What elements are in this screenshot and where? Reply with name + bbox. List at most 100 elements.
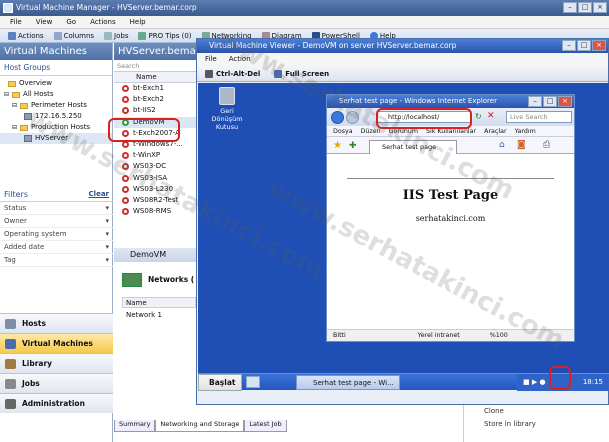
action-clone[interactable]: Clone [464, 405, 609, 418]
pro-tips-icon [138, 31, 147, 40]
status-zone: Yerel intranet [417, 332, 460, 339]
full-screen-button[interactable]: Full Screen [274, 66, 329, 81]
vm-row[interactable]: WS08-RMS [114, 206, 196, 217]
nav-virtual-machines[interactable]: Virtual Machines [0, 333, 113, 353]
menu-favorites[interactable]: Sık Kullanılanlar [426, 126, 476, 136]
menu-help[interactable]: Help [130, 16, 146, 28]
detail-tabs: Summary Networking and Storage Latest Jo… [114, 420, 287, 432]
column-header-name[interactable]: Name [114, 72, 196, 83]
menu-go[interactable]: Go [66, 16, 76, 28]
vm-name: bt-Exch1 [133, 84, 164, 93]
tree-item-label: Overview [19, 79, 52, 87]
vm-row-selected[interactable]: DemoVM [114, 116, 196, 128]
close-button[interactable]: × [558, 96, 572, 107]
tree-item-host-ip[interactable]: 172.16.5.250 [0, 111, 112, 122]
ie-status-bar: Bitti Yerel intranet %100 [327, 329, 574, 341]
feeds-icon[interactable]: ◙ [517, 140, 526, 150]
print-icon[interactable]: ⎙ [543, 140, 550, 150]
close-button[interactable]: × [593, 2, 607, 13]
chevron-down-icon[interactable]: ▾ [105, 228, 109, 240]
back-button[interactable] [331, 111, 344, 124]
menu-yardim[interactable]: Yardım [515, 126, 536, 136]
add-favorites-icon[interactable]: ✚ [349, 141, 357, 151]
start-button[interactable]: Başlat [198, 374, 242, 391]
filter-owner[interactable]: Owner ▾ [0, 215, 113, 228]
tab-summary[interactable]: Summary [114, 420, 156, 432]
tree-item-all-hosts[interactable]: ⊟ All Hosts [0, 89, 112, 100]
vm-row[interactable]: t-Windows7-... [114, 139, 196, 150]
menu-actions[interactable]: Actions [90, 16, 116, 28]
collapse-icon[interactable]: ⊟ [12, 122, 17, 133]
collapse-icon[interactable]: ⊟ [4, 89, 9, 100]
refresh-icon[interactable]: ↻ [475, 112, 482, 121]
nav-jobs[interactable]: Jobs [0, 373, 113, 393]
tab-networking-storage[interactable]: Networking and Storage [155, 420, 245, 432]
action-store-in-library[interactable]: Store in library [464, 418, 609, 431]
maximize-button[interactable]: □ [578, 2, 592, 13]
collapse-icon[interactable]: ⊟ [12, 100, 17, 111]
ie-tab-active[interactable]: Serhat test page [369, 140, 457, 154]
status-zoom[interactable]: %100 [484, 330, 514, 341]
toolbar-actions[interactable]: Actions [8, 29, 44, 42]
menu-action[interactable]: Action [229, 53, 251, 66]
chevron-down-icon[interactable]: ▾ [105, 202, 109, 214]
filter-tag[interactable]: Tag ▾ [0, 254, 113, 267]
nav-hosts[interactable]: Hosts [0, 313, 113, 333]
nav-administration[interactable]: Administration [0, 393, 113, 413]
minimize-button[interactable]: – [563, 2, 577, 13]
tab-latest-job[interactable]: Latest Job [244, 420, 287, 432]
tree-item-overview[interactable]: Overview [0, 78, 112, 89]
menu-duzen[interactable]: Düzen [361, 126, 381, 136]
vm-search-input[interactable]: Search [114, 60, 196, 72]
url-input[interactable]: http://localhost/ [377, 111, 471, 123]
menu-view[interactable]: View [36, 16, 53, 28]
vm-row[interactable]: bt-Exch2 [114, 94, 196, 105]
home-icon[interactable]: ⌂ [499, 140, 505, 150]
forward-button[interactable] [346, 111, 359, 124]
vm-row[interactable]: bt-Exch1 [114, 83, 196, 94]
vm-row[interactable]: WS03-ISA [114, 173, 196, 184]
vm-row[interactable]: WS03-L230 [114, 184, 196, 195]
filter-status[interactable]: Status ▾ [0, 202, 113, 215]
vm-row[interactable]: WS03-DC [114, 161, 196, 172]
toolbar-pro-tips[interactable]: PRO Tips (0) [138, 29, 192, 42]
favorites-star-icon[interactable]: ★ [333, 140, 342, 151]
minimize-button[interactable]: – [562, 40, 576, 51]
menu-dosya[interactable]: Dosya [333, 126, 353, 136]
ctrl-alt-del-button[interactable]: Ctrl-Alt-Del [205, 66, 260, 81]
chevron-down-icon[interactable]: ▾ [105, 241, 109, 253]
vm-row[interactable]: t-WinXP [114, 150, 196, 161]
tree-item-production-hosts[interactable]: ⊟ Production Hosts [0, 122, 112, 133]
nav-library[interactable]: Library [0, 353, 113, 373]
tree-item-hvserver[interactable]: HVServer [0, 133, 112, 144]
tray-icons[interactable]: ■ ▶ ● [523, 378, 546, 386]
close-button[interactable]: × [592, 40, 606, 51]
maximize-button[interactable]: □ [577, 40, 591, 51]
taskbar-item-ie[interactable]: Serhat test page - Wi... [296, 375, 400, 390]
quick-launch-ie-icon[interactable] [246, 376, 260, 388]
network-item[interactable]: Network 1 [126, 311, 162, 319]
filter-operating-system[interactable]: Operating system ▾ [0, 228, 113, 241]
maximize-button[interactable]: □ [543, 96, 557, 107]
chevron-down-icon[interactable]: ▾ [105, 254, 109, 266]
chevron-down-icon[interactable]: ▾ [105, 215, 109, 227]
vm-row[interactable]: bt-IIS2 [114, 105, 196, 116]
menu-gorunum[interactable]: Görünüm [389, 126, 418, 136]
vm-row[interactable]: WS08R2-Test [114, 195, 196, 206]
virtual-machines-icon [5, 339, 16, 349]
stop-icon[interactable]: ✕ [487, 111, 495, 121]
network-name-header[interactable]: Name [122, 297, 196, 308]
left-pane-title: Virtual Machines [0, 43, 112, 60]
menu-araclar[interactable]: Araçlar [484, 126, 506, 136]
ie-search-input[interactable]: Live Search [506, 111, 572, 123]
clear-filters-link[interactable]: Clear [89, 190, 109, 199]
filter-added-date[interactable]: Added date ▾ [0, 241, 113, 254]
recycle-bin[interactable]: Geri Dönüşüm Kutusu [207, 87, 247, 131]
menu-file[interactable]: File [205, 53, 217, 66]
tree-item-perimeter-hosts[interactable]: ⊟ Perimeter Hosts [0, 100, 112, 111]
menu-file[interactable]: File [10, 16, 22, 28]
toolbar-jobs[interactable]: Jobs [104, 29, 128, 42]
minimize-button[interactable]: – [528, 96, 542, 107]
vm-row[interactable]: t-Exch2007-A [114, 128, 196, 139]
toolbar-columns[interactable]: Columns [53, 29, 94, 42]
